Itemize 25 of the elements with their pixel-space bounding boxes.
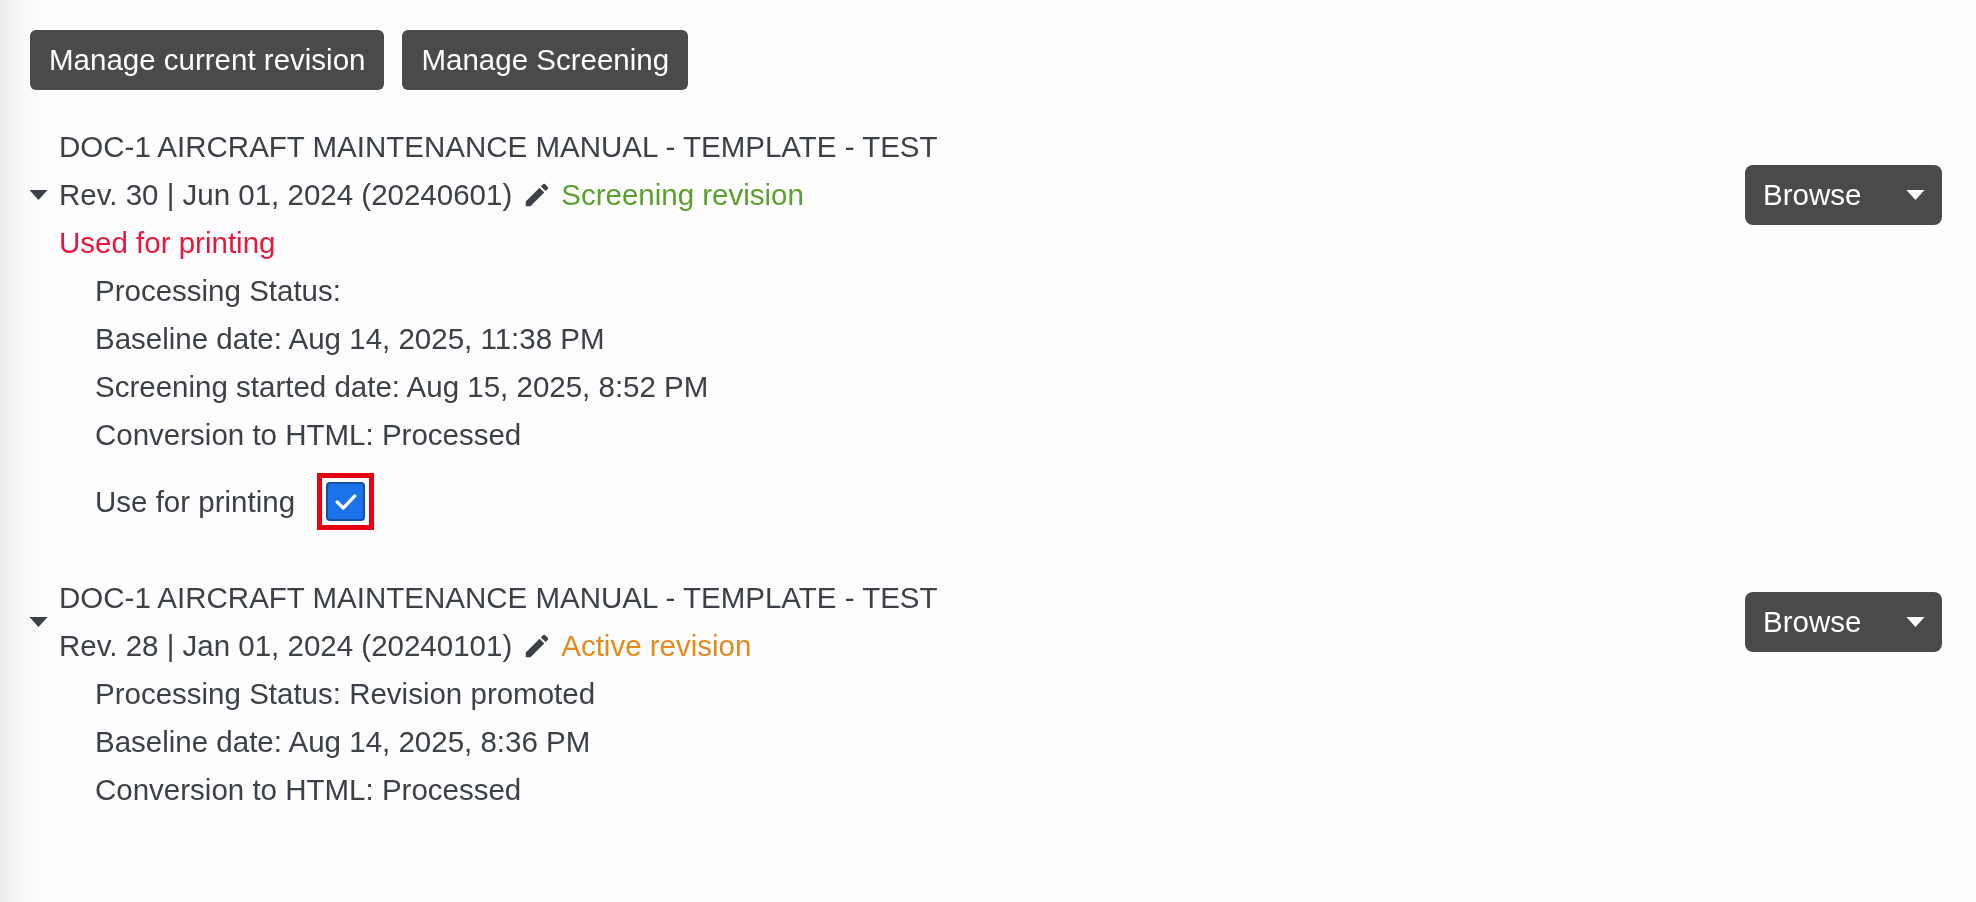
revision-status: Active revision (561, 628, 752, 664)
detail-text: Processing Status: Revision promoted (95, 676, 596, 712)
revision-info: Rev. 28 | Jan 01, 2024 (20240101) (59, 628, 513, 664)
dropdown-caret-icon (1906, 190, 1925, 200)
detail-text: Screening started date: Aug 15, 2025, 8:52 PM (95, 369, 709, 405)
caret-icon[interactable] (29, 617, 48, 627)
detail-text: Conversion to HTML: Processed (95, 772, 522, 808)
document-title: DOC-1 AIRCRAFT MAINTENANCE MANUAL - TEMPLATE - TEST (59, 580, 938, 616)
dropdown-caret-icon (1906, 617, 1925, 627)
detail-text: Processing Status: (95, 273, 341, 309)
checkbox[interactable] (317, 473, 375, 530)
detail-text: Conversion to HTML: Processed (95, 417, 522, 453)
check-icon (334, 492, 357, 511)
browse-button[interactable]: Browse (1745, 592, 1942, 652)
toolbar-button[interactable]: Manage current revision (30, 30, 385, 90)
revision-info: Rev. 30 | Jun 01, 2024 (20240601) (59, 177, 513, 213)
toolbar-button[interactable]: Manage Screening (402, 30, 689, 90)
revision-status: Screening revision (561, 177, 804, 213)
caret-icon[interactable] (29, 190, 48, 200)
detail-text: Baseline date: Aug 14, 2025, 11:38 PM (95, 321, 605, 357)
detail-text: Baseline date: Aug 14, 2025, 8:36 PM (95, 724, 591, 760)
printing-note: Used for printing (59, 225, 276, 261)
checkbox-label: Use for printing (95, 484, 296, 519)
document-title: DOC-1 AIRCRAFT MAINTENANCE MANUAL - TEMPLATE - TEST (59, 129, 938, 165)
browse-button[interactable]: Browse (1745, 165, 1942, 225)
